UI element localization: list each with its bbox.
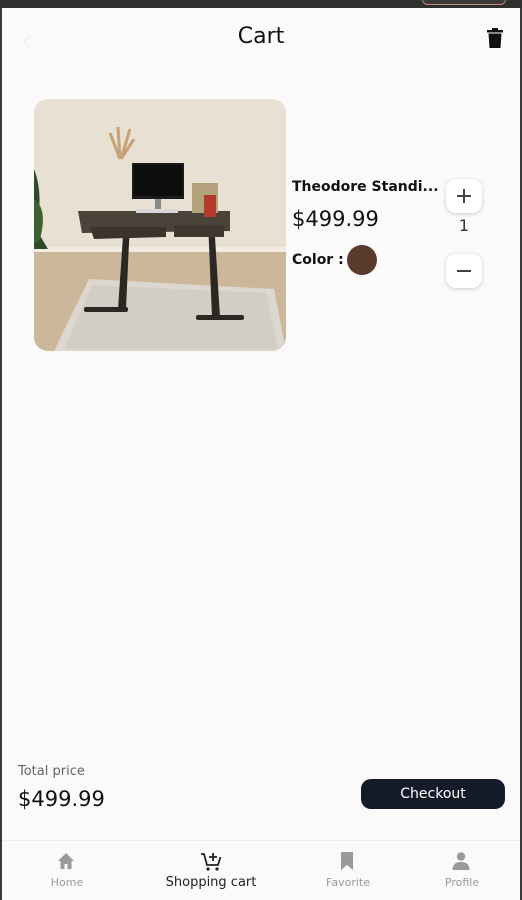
nav-item-profile[interactable]: Profile bbox=[397, 841, 520, 900]
system-top-bar bbox=[0, 0, 522, 8]
nav-label-shopping-cart: Shopping cart bbox=[165, 875, 257, 890]
nav-label-profile: Profile bbox=[444, 876, 480, 889]
top-bar-pill bbox=[422, 0, 506, 5]
cart-screen: Cart Theodore Standi... $499.99 Color: … bbox=[2, 8, 520, 900]
nav-item-shopping-cart[interactable]: Shopping cart bbox=[146, 841, 276, 900]
nav-item-home[interactable]: Home bbox=[2, 841, 132, 900]
color-swatch[interactable] bbox=[347, 245, 377, 275]
plus-icon bbox=[457, 189, 471, 203]
app-header: Cart bbox=[2, 8, 520, 70]
delete-button[interactable] bbox=[486, 28, 510, 52]
nav-label-favorite: Favorite bbox=[326, 876, 370, 889]
total-price-value: $499.99 bbox=[18, 787, 105, 811]
product-name[interactable]: Theodore Standi... bbox=[292, 179, 442, 195]
product-image[interactable] bbox=[34, 99, 286, 351]
cart-item: Theodore Standi... $499.99 Color : 1 bbox=[34, 99, 494, 353]
bookmark-icon bbox=[341, 852, 353, 870]
quantity-value: 1 bbox=[458, 216, 470, 235]
arrow-left-icon[interactable] bbox=[16, 30, 40, 54]
nav-item-favorite[interactable]: Favorite bbox=[283, 841, 413, 900]
trash-icon bbox=[487, 28, 503, 48]
minus-icon bbox=[457, 270, 471, 272]
checkout-button[interactable]: Checkout bbox=[361, 779, 505, 809]
product-price: $499.99 bbox=[292, 207, 379, 231]
nav-label-home: Home bbox=[50, 876, 84, 889]
bottom-navigation: Home Shopping cart Favorite Profile bbox=[2, 840, 520, 900]
decrease-quantity-button[interactable] bbox=[446, 254, 482, 288]
cart-icon bbox=[201, 853, 222, 871]
page-title: Cart bbox=[237, 24, 285, 49]
person-icon bbox=[452, 852, 470, 870]
color-label: Color : bbox=[292, 252, 344, 268]
increase-quantity-button[interactable] bbox=[446, 179, 482, 213]
home-icon bbox=[58, 853, 74, 869]
total-price-label: Total price bbox=[18, 764, 85, 779]
